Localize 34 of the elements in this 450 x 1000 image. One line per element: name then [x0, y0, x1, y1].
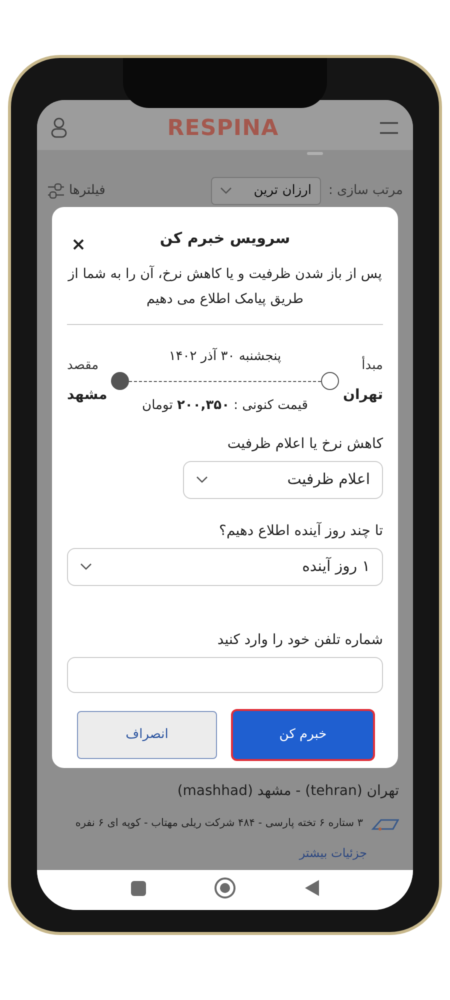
sliders-icon — [47, 182, 65, 200]
close-icon — [72, 238, 84, 250]
field-label: شماره تلفن خود را وارد کنید — [216, 630, 383, 650]
home-circle-icon[interactable] — [214, 877, 236, 899]
sort-label: مرتب سازی : — [328, 182, 403, 200]
filters-button[interactable]: فیلترها — [47, 181, 106, 201]
chevron-down-icon — [196, 476, 208, 484]
destination-label: مقصد — [67, 356, 99, 375]
dialog-description: پس از باز شدن ظرفیت و یا کاهش نرخ، آن را به شما از طریق پیامک اطلاع می دهیم — [67, 264, 383, 308]
chevron-down-icon — [220, 187, 232, 195]
menu-icon[interactable] — [379, 122, 399, 134]
field-label: تا چند روز آینده اطلاع دهیم؟ — [218, 521, 383, 540]
drag-handle — [307, 152, 323, 155]
origin-label: مبدأ — [362, 356, 383, 375]
destination-city: مشهد — [67, 386, 108, 406]
chevron-down-icon — [80, 562, 92, 570]
route-text: تهران (tehran) - مشهد (mashhad) — [176, 782, 400, 802]
cancel-button[interactable]: انصراف — [77, 710, 217, 758]
close-button[interactable] — [71, 237, 85, 251]
square-icon[interactable] — [131, 880, 146, 896]
phone-input-field[interactable] — [67, 656, 383, 692]
sort-select[interactable]: ارزان ترین — [210, 177, 321, 205]
trip-date: پنجشنبه ۳۰ آذر ۱۴۰۲ — [168, 347, 282, 366]
company-text: ۳ ستاره ۶ تخته پارسی - ۴۸۴ شرکت ریلی مهتاب - کوپه ای ۶ نفره — [75, 816, 363, 832]
logo: RESPINA — [167, 114, 279, 142]
field-label: کاهش نرخ یا اعلام ظرفیت — [226, 434, 383, 454]
user-icon[interactable] — [51, 117, 68, 139]
origin-city: تهران — [343, 386, 383, 406]
dialog-title: سرویس خبرم کن — [160, 228, 290, 249]
current-price: قیمت کنونی : ۲۰۰,۳۵۰ تومان — [142, 397, 308, 415]
select-field[interactable]: ۱ روز آینده — [67, 548, 383, 586]
select-field[interactable]: اعلام ظرفیت — [183, 460, 383, 498]
back-triangle-icon[interactable] — [304, 880, 319, 896]
notify-button[interactable]: خبرم کن — [233, 710, 373, 758]
